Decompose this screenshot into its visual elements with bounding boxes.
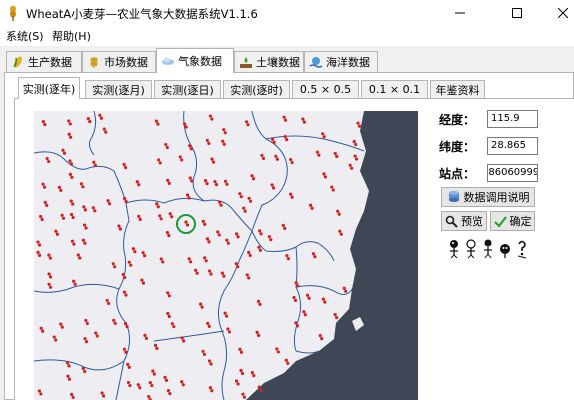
preview-button[interactable]: 预览	[441, 211, 487, 231]
subtab-grid-01[interactable]: 0.1 × 0.1	[361, 80, 428, 98]
maximize-button[interactable]	[494, 0, 540, 26]
station-map[interactable]	[34, 111, 418, 400]
close-icon	[558, 8, 568, 18]
tab-soil-label: 土壤数据	[256, 56, 300, 69]
station-field-value: 58606099999	[488, 167, 537, 178]
minimize-icon	[455, 12, 465, 14]
maximize-icon	[512, 8, 522, 18]
tab-ocean-label: 海洋数据	[326, 56, 370, 69]
tab-production[interactable]: 生产数据	[6, 51, 82, 72]
corn-icon	[13, 56, 22, 68]
longitude-label: 经度：	[439, 113, 476, 127]
menu-system[interactable]: 系统(S)	[4, 28, 46, 44]
station-label: 站点：	[439, 167, 476, 181]
person-icon-5[interactable]	[517, 240, 527, 259]
tab-weather[interactable]: 气象数据	[156, 48, 234, 73]
subtab-daily[interactable]: 实测(逐日)	[154, 80, 221, 98]
close-button[interactable]	[540, 0, 574, 26]
confirm-label: 确定	[509, 215, 532, 228]
subtab-yearbook[interactable]: 年鉴资料	[430, 80, 485, 98]
preview-label: 预览	[461, 215, 483, 228]
top-tab-strip: 生产数据 市场数据 气象数据 土壤数据 海洋数据	[0, 48, 574, 73]
wheat-app-icon	[10, 5, 16, 21]
tab-soil[interactable]: 土壤数据	[234, 51, 304, 72]
data-api-help-button[interactable]: 数据调用说明	[441, 187, 535, 207]
tab-market-label: 市场数据	[104, 56, 148, 69]
tab-ocean[interactable]: 海洋数据	[304, 51, 378, 72]
subtab-hourly[interactable]: 实测(逐时)	[223, 80, 290, 98]
wheat-icon	[90, 57, 98, 68]
person-icon-3[interactable]	[484, 239, 492, 259]
confirm-button[interactable]: 确定	[490, 211, 535, 231]
database-icon	[448, 191, 459, 202]
ocean-icon	[309, 57, 323, 68]
person-icon-row	[447, 239, 537, 259]
person-icon-4[interactable]	[500, 244, 510, 258]
tab-production-label: 生产数据	[28, 56, 72, 69]
latitude-field[interactable]: 28.865	[487, 137, 538, 155]
subtab-grid-05[interactable]: 0.5 × 0.5	[292, 80, 359, 98]
person-icon-1[interactable]	[450, 240, 458, 259]
latitude-label: 纬度：	[439, 140, 476, 154]
data-api-help-label: 数据调用说明	[463, 191, 530, 204]
tab-weather-label: 气象数据	[178, 55, 222, 68]
title-bar[interactable]: WheatA小麦芽—农业气象大数据系统V1.1.6	[0, 0, 574, 26]
station-field[interactable]: 58606099999	[487, 164, 538, 182]
map-canvas[interactable]	[34, 111, 418, 400]
person-icon-2[interactable]	[466, 239, 476, 259]
magnifier-icon	[445, 215, 458, 228]
soil-icon	[240, 57, 252, 68]
subtab-yearly[interactable]: 实测(逐年)	[18, 77, 80, 99]
menu-bar: 系统(S) 帮助(H)	[0, 26, 574, 46]
cloud-icon	[162, 57, 174, 65]
minimize-button[interactable]	[437, 0, 483, 26]
longitude-field[interactable]: 115.9	[487, 110, 538, 128]
subtab-monthly[interactable]: 实测(逐月)	[85, 80, 152, 98]
tab-market[interactable]: 市场数据	[82, 51, 156, 72]
window-title: WheatA小麦芽—农业气象大数据系统V1.1.6	[26, 7, 258, 21]
checkmark-icon	[493, 215, 507, 228]
app-window: WheatA小麦芽—农业气象大数据系统V1.1.6 系统(S) 帮助(H) 生产…	[0, 0, 574, 400]
menu-help[interactable]: 帮助(H)	[50, 28, 93, 44]
